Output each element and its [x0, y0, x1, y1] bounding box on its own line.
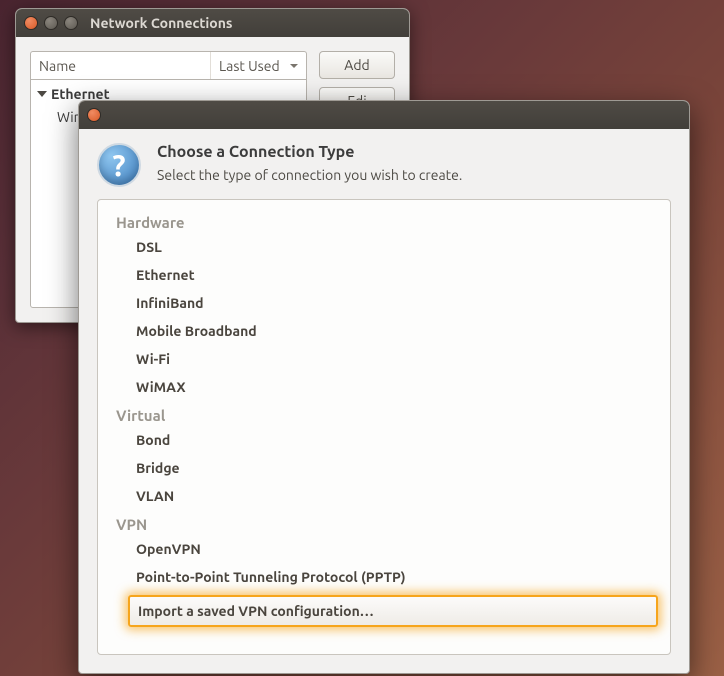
category-hardware: Hardware	[98, 208, 670, 233]
chevron-down-icon	[37, 91, 47, 97]
option-pptp[interactable]: Point-to-Point Tunneling Protocol (PPTP)	[98, 563, 670, 591]
close-icon[interactable]	[87, 108, 101, 122]
dialog-title: Choose a Connection Type	[157, 143, 462, 161]
column-name[interactable]: Name	[31, 52, 211, 79]
dialog-subtitle: Select the type of connection you wish t…	[157, 167, 462, 183]
option-vlan[interactable]: VLAN	[98, 482, 670, 510]
option-ethernet[interactable]: Ethernet	[98, 261, 670, 289]
window-title: Network Connections	[90, 15, 233, 31]
category-vpn: VPN	[98, 510, 670, 535]
option-bridge[interactable]: Bridge	[98, 454, 670, 482]
question-icon: ?	[97, 143, 141, 187]
option-wimax[interactable]: WiMAX	[98, 373, 670, 401]
list-header: Name Last Used	[30, 51, 307, 79]
column-last-used[interactable]: Last Used	[211, 52, 306, 79]
titlebar[interactable]	[79, 101, 689, 129]
option-infiniband[interactable]: InfiniBand	[98, 289, 670, 317]
column-last-used-label: Last Used	[219, 58, 280, 74]
option-mobile-broadband[interactable]: Mobile Broadband	[98, 317, 670, 345]
minimize-icon[interactable]	[44, 16, 58, 30]
option-wifi[interactable]: Wi-Fi	[98, 345, 670, 373]
sort-arrow-icon	[290, 64, 298, 68]
close-icon[interactable]	[24, 16, 38, 30]
option-bond[interactable]: Bond	[98, 426, 670, 454]
option-dsl[interactable]: DSL	[98, 233, 670, 261]
option-import-vpn[interactable]: Import a saved VPN configuration…	[128, 595, 658, 627]
maximize-icon[interactable]	[64, 16, 78, 30]
option-openvpn[interactable]: OpenVPN	[98, 535, 670, 563]
add-button[interactable]: Add	[319, 51, 395, 79]
titlebar[interactable]: Network Connections	[16, 9, 409, 37]
connection-type-list[interactable]: Hardware DSL Ethernet InfiniBand Mobile …	[97, 199, 671, 655]
connection-type-dialog: ? Choose a Connection Type Select the ty…	[78, 100, 690, 674]
category-virtual: Virtual	[98, 401, 670, 426]
